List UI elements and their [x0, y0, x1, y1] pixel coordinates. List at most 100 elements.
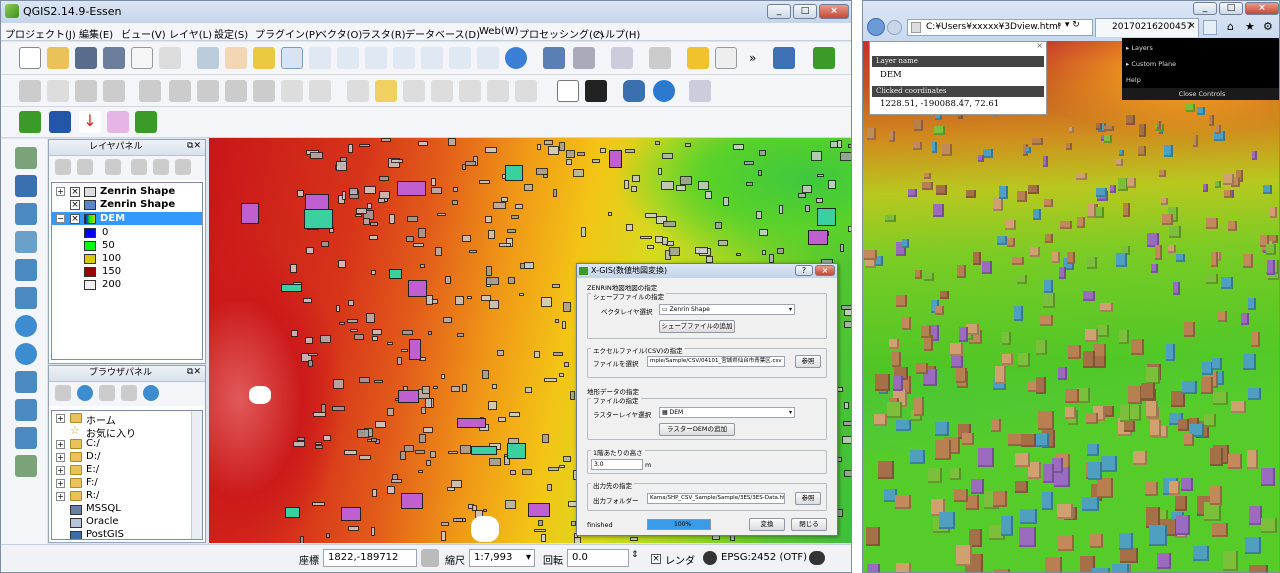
zoom-selection-icon[interactable] — [393, 47, 415, 69]
rotate-label-icon[interactable] — [487, 80, 509, 102]
cut-icon[interactable] — [253, 80, 275, 102]
edit-pencil-icon[interactable] — [47, 80, 69, 102]
python-icon[interactable] — [623, 80, 645, 102]
plugin-icon[interactable] — [813, 47, 835, 69]
menu-web[interactable]: Web(W) — [479, 26, 519, 37]
identify-icon[interactable] — [543, 47, 565, 69]
action-icon[interactable] — [573, 47, 595, 69]
zoom-last-icon[interactable] — [449, 47, 471, 69]
3d-scene[interactable] — [863, 41, 1279, 572]
close-dialog-button[interactable]: 閉じる — [791, 518, 827, 531]
save-as-icon[interactable] — [103, 47, 125, 69]
add-wfs-icon[interactable] — [15, 371, 37, 393]
vector-layer-select[interactable]: ▭ Zenrin Shape ▾ — [659, 304, 795, 315]
popup-close-icon[interactable]: × — [1036, 41, 1043, 50]
measure-icon[interactable] — [649, 47, 671, 69]
new-project-icon[interactable] — [19, 47, 41, 69]
dialog-close-button[interactable]: × — [815, 265, 835, 276]
select-features-icon[interactable] — [611, 47, 633, 69]
change-label-icon[interactable] — [515, 80, 537, 102]
add-selected-icon[interactable] — [55, 385, 71, 401]
pan-to-selection-icon[interactable] — [253, 47, 275, 69]
dialog-help-button[interactable]: ? — [795, 265, 813, 276]
add-wcs-icon[interactable] — [15, 343, 37, 365]
browser-item-r[interactable]: R:/ — [86, 490, 99, 501]
convert-button[interactable]: 変換 — [749, 518, 785, 531]
menu-view[interactable]: ビュー(V) — [121, 26, 166, 41]
open-project-icon[interactable] — [47, 47, 69, 69]
add-vector-icon[interactable] — [15, 147, 37, 169]
new-shapefile-icon[interactable] — [15, 455, 37, 477]
tool-icon[interactable] — [107, 111, 129, 133]
browser-close-button[interactable]: × — [1245, 2, 1279, 15]
toggle-edit-icon[interactable] — [19, 80, 41, 102]
close-button[interactable]: × — [819, 4, 849, 19]
zoom-out-icon[interactable] — [309, 47, 331, 69]
raster-layer-select[interactable]: ▦ DEM ▾ — [659, 407, 795, 418]
browser-item-postgis[interactable]: PostGIS — [86, 529, 124, 539]
tab-close-icon[interactable]: × — [1188, 21, 1196, 31]
csv-icon[interactable] — [557, 80, 579, 102]
label-icon[interactable] — [347, 80, 369, 102]
browser-item-e[interactable]: E:/ — [86, 464, 99, 475]
cloud-icon[interactable] — [689, 80, 711, 102]
plugin2-icon[interactable] — [135, 111, 157, 133]
menu-settings[interactable]: 設定(S) — [214, 26, 248, 41]
open-layer-styling-icon[interactable] — [55, 159, 71, 175]
refresh-icon[interactable] — [505, 47, 527, 69]
add-virtual-icon[interactable] — [15, 427, 37, 449]
touch-zoom-icon[interactable] — [197, 47, 219, 69]
pan-icon[interactable] — [225, 47, 247, 69]
more-tools-icon[interactable]: » — [749, 51, 756, 65]
crs-status[interactable]: EPSG:2452 (OTF) — [721, 552, 807, 563]
control-layers[interactable]: ▸ Layers — [1126, 44, 1153, 52]
browse-output-button[interactable]: 参照 — [795, 492, 821, 505]
delete-icon[interactable] — [225, 80, 247, 102]
paste-icon[interactable] — [309, 80, 331, 102]
browser-item-c[interactable]: C:/ — [86, 438, 100, 449]
menu-vector[interactable]: ベクタ(O) — [317, 26, 362, 41]
add-wms-icon[interactable] — [15, 315, 37, 337]
control-custom-plane[interactable]: ▸ Custom Plane — [1126, 60, 1176, 68]
zoom-native-icon[interactable] — [337, 47, 359, 69]
node-tool-icon[interactable] — [139, 80, 161, 102]
layer-item-zenrin-2[interactable]: Zenrin Shape — [100, 199, 175, 210]
expand-toggle-icon[interactable]: + — [56, 453, 65, 462]
filter-icon[interactable] — [99, 385, 115, 401]
browser-item-mssql[interactable]: MSSQL — [86, 503, 121, 514]
save-edits-icon[interactable] — [75, 80, 97, 102]
zoom-layer-icon[interactable] — [421, 47, 443, 69]
expand-toggle-icon[interactable]: + — [56, 187, 65, 196]
maximize-button[interactable]: □ — [793, 4, 817, 19]
scrollbar[interactable] — [191, 411, 202, 539]
help-icon[interactable] — [773, 47, 795, 69]
panel-close-icon[interactable]: ⧉✕ — [187, 367, 201, 377]
browse-csv-button[interactable]: 参照 — [795, 355, 821, 368]
layer-item-dem[interactable]: DEM — [100, 213, 125, 224]
scale-select[interactable]: 1:7,993 ▾ — [469, 549, 535, 567]
menu-help[interactable]: ヘルプ(H) — [595, 26, 640, 41]
panel-close-icon[interactable]: ⧉✕ — [187, 141, 201, 151]
browser-item-d[interactable]: D:/ — [86, 451, 100, 462]
collapse-icon[interactable] — [121, 385, 137, 401]
collapse-all-icon[interactable] — [175, 159, 191, 175]
messages-icon[interactable] — [809, 551, 825, 565]
back-icon[interactable] — [867, 18, 885, 36]
expand-toggle-icon[interactable]: + — [56, 479, 65, 488]
crs-globe-icon[interactable] — [703, 551, 717, 565]
add-dem-button[interactable]: ラスターDEMの追加 — [659, 423, 735, 436]
add-postgis-icon[interactable] — [15, 203, 37, 225]
coord-input[interactable]: 1822,-189712 — [323, 549, 417, 567]
add-raster-icon[interactable] — [15, 175, 37, 197]
add-oracle-icon[interactable] — [15, 287, 37, 309]
layer-checkbox[interactable]: × — [70, 214, 80, 224]
add-shapefile-button[interactable]: シェープファイルの追加 — [659, 320, 735, 333]
info-icon[interactable] — [143, 385, 159, 401]
expand-all-icon[interactable] — [153, 159, 169, 175]
show-hide-label-icon[interactable] — [431, 80, 453, 102]
filter-expression-icon[interactable] — [131, 159, 147, 175]
xgis-plugin-icon[interactable] — [19, 111, 41, 133]
refresh-icon[interactable] — [77, 385, 93, 401]
menu-layer[interactable]: レイヤ(L) — [169, 26, 212, 41]
rotation-input[interactable]: 0.0 — [567, 549, 629, 567]
